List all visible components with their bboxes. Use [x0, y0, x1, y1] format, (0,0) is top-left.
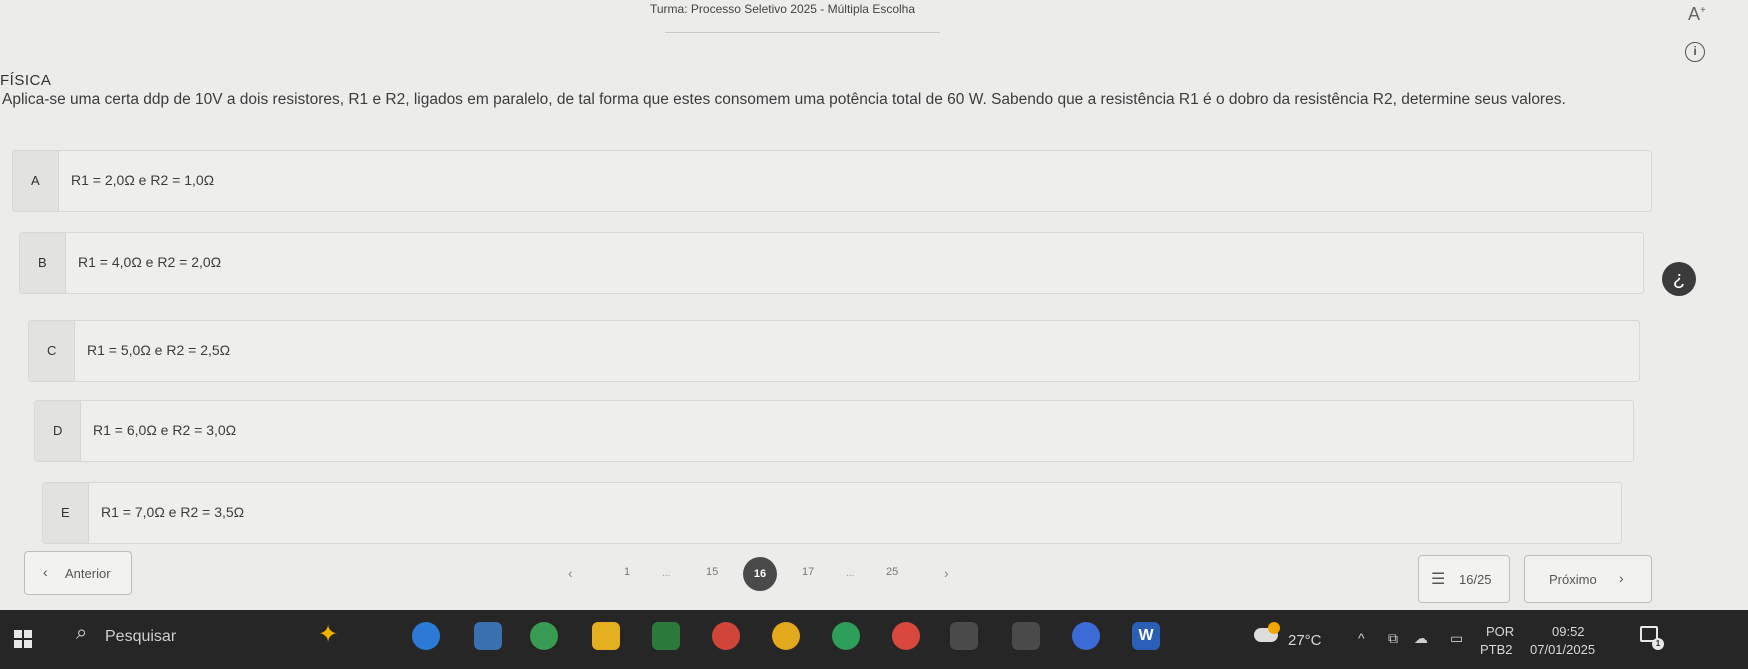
chevron-up-icon[interactable]: ^ — [1358, 630, 1365, 646]
taskbar-search[interactable]: Pesquisar — [105, 628, 176, 646]
option-letter: B — [38, 255, 47, 270]
windows-taskbar: ⌕ Pesquisar ✦ W 27°C ^ ⧉ ☁ ▭ POR PTB2 09… — [0, 610, 1748, 669]
option-letter: E — [61, 505, 70, 520]
pager-prev-icon[interactable]: ‹ — [568, 565, 573, 581]
class-title: Turma: Processo Seletivo 2025 - Múltipla… — [650, 2, 916, 16]
page-25[interactable]: 25 — [886, 566, 898, 578]
progress-label: 16/25 — [1459, 572, 1492, 587]
option-letter-box: A — [13, 151, 59, 211]
temperature[interactable]: 27°C — [1288, 632, 1322, 649]
chrome-profile-icon[interactable] — [530, 622, 558, 650]
pager-ellipsis: ... — [662, 568, 671, 579]
chevron-right-icon: › — [1619, 570, 1624, 586]
font-size-increase-button[interactable]: A+ — [1688, 4, 1706, 25]
windows-start-icon[interactable] — [14, 630, 32, 648]
option-text: R1 = 4,0Ω e R2 = 2,0Ω — [78, 254, 222, 270]
subject-title: FÍSICA — [0, 72, 52, 89]
chrome-icon[interactable] — [772, 622, 800, 650]
option-letter: D — [53, 423, 63, 438]
option-letter: C — [47, 343, 57, 358]
keyboard-layout[interactable]: PTB2 — [1480, 642, 1513, 657]
page-17[interactable]: 17 — [802, 566, 814, 578]
chrome-icon[interactable] — [892, 622, 920, 650]
next-label: Próximo — [1549, 572, 1597, 587]
option-c[interactable]: C R1 = 5,0Ω e R2 = 2,5Ω — [28, 320, 1640, 382]
option-text: R1 = 5,0Ω e R2 = 2,5Ω — [87, 342, 231, 358]
app-icon[interactable] — [950, 622, 978, 650]
chrome-icon[interactable] — [832, 622, 860, 650]
language-bar-icon[interactable]: ⧉ — [1388, 630, 1398, 647]
option-letter-box: B — [20, 233, 66, 293]
chevron-left-icon: ‹ — [43, 564, 48, 580]
media-player-icon[interactable] — [1072, 622, 1100, 650]
edge-icon[interactable] — [412, 622, 440, 650]
question-text: Aplica-se uma certa ddp de 10V a dois re… — [2, 91, 1566, 108]
clock-time[interactable]: 09:52 — [1552, 624, 1585, 639]
page-current[interactable]: 16 — [743, 557, 777, 591]
pager-next-icon[interactable]: › — [944, 565, 949, 581]
calculator-icon[interactable] — [652, 622, 680, 650]
header-divider — [665, 32, 940, 33]
option-a[interactable]: A R1 = 2,0Ω e R2 = 1,0Ω — [12, 150, 1652, 212]
page-1[interactable]: 1 — [624, 566, 630, 578]
notification-badge: 1 — [1652, 638, 1664, 650]
previous-button[interactable]: ‹ Anterior — [24, 551, 132, 595]
display-icon[interactable]: ▭ — [1450, 630, 1463, 647]
option-letter-box: E — [43, 483, 89, 543]
accessibility-widget-icon[interactable]: ¿ — [1662, 262, 1696, 296]
font-size-sup: + — [1700, 5, 1706, 16]
pager-ellipsis: ... — [846, 568, 855, 579]
list-icon: ☰ — [1431, 571, 1446, 588]
weather-sun-icon — [1268, 622, 1280, 634]
next-button[interactable]: Próximo › — [1524, 555, 1652, 603]
question-list-button[interactable]: ☰ 16/25 — [1418, 555, 1510, 603]
copilot-icon[interactable]: ✦ — [318, 620, 338, 649]
exam-page: Turma: Processo Seletivo 2025 - Múltipla… — [0, 0, 1748, 610]
word-icon[interactable]: W — [1132, 622, 1160, 650]
option-text: R1 = 2,0Ω e R2 = 1,0Ω — [71, 172, 215, 188]
option-text: R1 = 6,0Ω e R2 = 3,0Ω — [93, 422, 237, 438]
input-language[interactable]: POR — [1486, 624, 1514, 639]
option-text: R1 = 7,0Ω e R2 = 3,5Ω — [101, 504, 245, 520]
option-d[interactable]: D R1 = 6,0Ω e R2 = 3,0Ω — [34, 400, 1634, 462]
search-icon[interactable]: ⌕ — [76, 622, 87, 645]
option-b[interactable]: B R1 = 4,0Ω e R2 = 2,0Ω — [19, 232, 1644, 294]
app-icon[interactable] — [712, 622, 740, 650]
file-explorer-icon[interactable] — [474, 622, 502, 650]
folder-icon[interactable] — [592, 622, 620, 650]
app-icon[interactable] — [1012, 622, 1040, 650]
cloud-icon[interactable]: ☁ — [1414, 630, 1428, 647]
option-letter-box: D — [35, 401, 81, 461]
page-15[interactable]: 15 — [706, 566, 718, 578]
info-icon[interactable]: i — [1685, 42, 1705, 62]
option-e[interactable]: E R1 = 7,0Ω e R2 = 3,5Ω — [42, 482, 1622, 544]
option-letter-box: C — [29, 321, 75, 381]
previous-label: Anterior — [65, 566, 111, 581]
clock-date[interactable]: 07/01/2025 — [1530, 642, 1595, 657]
option-letter: A — [31, 173, 40, 188]
font-size-label: A — [1688, 4, 1701, 24]
